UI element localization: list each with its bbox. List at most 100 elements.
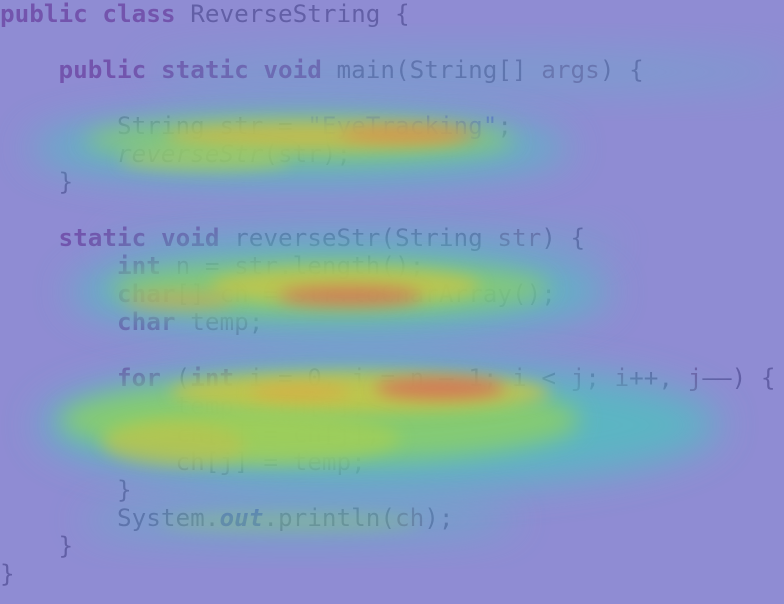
code-line: char temp; — [0, 308, 775, 336]
code-token: ch — [219, 279, 249, 308]
code-line: } — [0, 476, 775, 504]
code-token: public — [0, 0, 88, 28]
code-token: ++, — [629, 363, 688, 392]
code-token: } — [0, 559, 15, 588]
code-token: ch — [175, 447, 205, 476]
code-token: "EyeTracking" — [307, 111, 498, 140]
code-token: .length(); — [277, 251, 425, 280]
code-token: out — [219, 503, 264, 532]
code-token: for — [117, 363, 161, 392]
code-token: int — [117, 251, 161, 280]
code-token: [ — [307, 391, 322, 420]
code-token: – 1; — [424, 363, 513, 392]
code-line: ch[j] = temp; — [0, 448, 775, 476]
code-token: ( — [160, 363, 191, 392]
code-block: public class ReverseString { public stat… — [0, 0, 775, 588]
code-token: j — [687, 363, 703, 392]
code-token: = — [190, 251, 235, 280]
code-token: str — [292, 279, 337, 308]
code-token: } — [58, 531, 74, 560]
code-token: [ — [204, 419, 220, 448]
code-token: ) { — [599, 55, 644, 84]
code-token: } — [117, 475, 132, 504]
code-line: temp = ch[i]; — [0, 392, 775, 420]
code-token: ; — [497, 111, 513, 140]
code-token: ]; — [336, 391, 366, 420]
code-token: = 0, — [263, 363, 352, 392]
code-token: [ — [321, 419, 337, 448]
code-token: int — [190, 363, 235, 392]
code-line: reverseStr(str); — [0, 140, 775, 168]
code-line: int n = str.length(); — [0, 252, 775, 280]
code-token: static — [58, 223, 147, 252]
code-token: char — [117, 307, 176, 336]
code-line: } — [0, 560, 775, 588]
code-token: ); — [424, 503, 454, 532]
code-token: temp — [190, 307, 249, 336]
code-token: args — [541, 55, 600, 84]
code-token: str — [277, 139, 322, 168]
code-token: ReverseString { — [175, 0, 410, 28]
code-token: = — [248, 279, 293, 308]
code-line: String str = "EyeTracking"; — [0, 112, 775, 140]
code-token: ch — [175, 419, 205, 448]
code-token: ] = — [234, 419, 293, 448]
code-token: ch — [394, 503, 425, 532]
code-token: i — [219, 419, 235, 448]
code-token: class — [102, 0, 176, 28]
code-line: static void reverseStr(String str) { — [0, 224, 775, 252]
code-token: ; — [585, 363, 615, 392]
code-line: } — [0, 532, 775, 560]
code-token: ch — [277, 391, 308, 420]
code-token: < — [526, 363, 571, 392]
code-token: temp — [175, 391, 235, 420]
code-token: ] = — [234, 447, 293, 476]
code-line: } — [0, 168, 775, 196]
code-token: ; — [248, 307, 264, 336]
code-line: public static void main(String[] args) { — [0, 56, 775, 84]
code-token: str — [497, 223, 542, 252]
code-token: ; — [351, 447, 366, 476]
code-token: ]; — [351, 419, 381, 448]
code-token: n — [175, 251, 191, 280]
code-token: char — [117, 279, 176, 308]
code-token: ––) { — [702, 363, 776, 392]
code-line: for (int i = 0, j = n – 1; i < j; i++, j… — [0, 364, 775, 392]
code-viewer: public class ReverseString { public stat… — [0, 0, 784, 604]
code-token: } — [58, 167, 74, 196]
code-token: .toCharArray(); — [336, 279, 556, 308]
code-token: ) { — [541, 223, 586, 252]
code-token: ); — [321, 139, 352, 168]
code-token: main(String[] — [321, 55, 542, 84]
code-token: reverseStr(String — [219, 223, 498, 252]
code-token: temp — [292, 447, 352, 476]
code-line: System.out.println(ch); — [0, 504, 775, 532]
code-token: .println( — [263, 503, 395, 532]
code-token: [] — [175, 279, 220, 308]
code-token: j — [219, 447, 235, 476]
code-token: j — [351, 363, 366, 392]
code-line: ch[i] = ch[j]; — [0, 420, 775, 448]
code-token: i — [248, 363, 264, 392]
code-token: System. — [117, 503, 220, 532]
code-token: = — [365, 363, 410, 392]
code-token: = — [234, 391, 278, 420]
code-token: i — [512, 363, 527, 392]
code-line: char[] ch = str.toCharArray(); — [0, 280, 775, 308]
